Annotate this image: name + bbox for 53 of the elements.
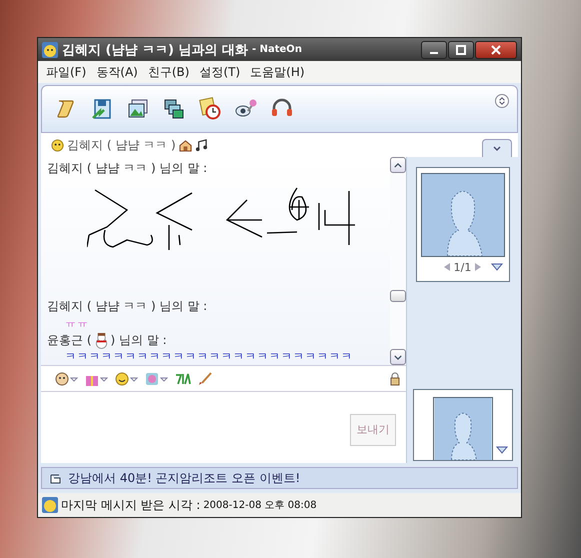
app-name: - NateOn [252, 44, 302, 55]
emoticon-icon[interactable] [115, 372, 139, 386]
message-text: ㅠㅠ [64, 315, 90, 331]
minimize-button[interactable] [421, 40, 447, 58]
app-icon [42, 42, 58, 58]
flower-icon[interactable] [145, 372, 169, 386]
app-icon [42, 497, 58, 513]
snowman-icon [94, 332, 108, 348]
music-note-icon[interactable] [194, 138, 208, 152]
contact-name: 김혜지 ( 냠냠 ㅋㅋ ) [67, 136, 176, 154]
ad-banner[interactable]: 강남에서 40분! 곤지암리조트 오픈 이벤트! [41, 467, 518, 489]
save-icon[interactable] [90, 97, 114, 121]
message-text: ㅋㅋㅋㅋㅋㅋㅋㅋㅋㅋㅋㅋㅋㅋㅋㅋㅋㅋㅋㅋㅋㅋㅋㅋ [64, 349, 354, 365]
scroll-down-button[interactable] [390, 349, 406, 365]
windows-icon[interactable] [162, 97, 186, 121]
scroll-up-button[interactable] [390, 157, 406, 173]
menu-item[interactable]: 설정(T) [199, 64, 240, 80]
maximize-button[interactable] [448, 40, 474, 58]
scroll-thumb[interactable] [390, 290, 406, 302]
lock-icon[interactable] [390, 372, 400, 386]
chevron-down-icon [394, 354, 402, 360]
minimize-icon [430, 52, 438, 54]
status-label: 마지막 메시지 받은 시각 : [61, 496, 200, 514]
font-icon[interactable] [175, 372, 191, 386]
avatar-silhouette-icon [420, 173, 504, 257]
collapse-button[interactable] [495, 94, 509, 108]
sender-label: 김혜지 ( 냠냠 ㅋㅋ ) 님의 말 : [47, 160, 208, 176]
dropdown-icon[interactable] [496, 446, 508, 454]
sender-label: 윤홍근 ( [47, 332, 92, 348]
smiley-icon[interactable] [55, 372, 79, 386]
scrollbar[interactable] [390, 157, 406, 365]
sender-label: 김혜지 ( 냠냠 ㅋㅋ ) 님의 말 : [47, 298, 208, 314]
close-icon [490, 44, 502, 54]
smiley-icon [51, 138, 64, 152]
close-button[interactable] [475, 40, 517, 58]
chevron-down-icon [492, 146, 502, 152]
double-chevron-icon [498, 97, 506, 105]
avatar-silhouette-icon [432, 397, 492, 460]
chevron-up-icon [394, 162, 402, 168]
window-title: 김혜지 (냠냠 ㅋㅋ) 님과의 대화 [62, 42, 248, 58]
ad-text[interactable]: 강남에서 40분! 곤지암리조트 오픈 이벤트! [68, 470, 300, 486]
maximize-icon [455, 44, 467, 54]
alarm-clock-icon[interactable] [198, 97, 222, 121]
menu-item[interactable]: 도움말(H) [250, 64, 305, 80]
menu-item[interactable]: 친구(B) [148, 64, 190, 80]
brush-icon[interactable] [197, 372, 213, 386]
sender-label: ) 님의 말 : [110, 332, 167, 348]
page-indicator: 1/1 [454, 260, 472, 274]
dropdown-icon[interactable] [490, 263, 502, 271]
menu-item[interactable]: 동작(A) [96, 64, 138, 80]
house-icon[interactable] [178, 138, 192, 152]
status-time: 2008-12-08 오후 08:08 [203, 499, 317, 512]
menu-item[interactable]: 파일(F) [46, 64, 86, 80]
